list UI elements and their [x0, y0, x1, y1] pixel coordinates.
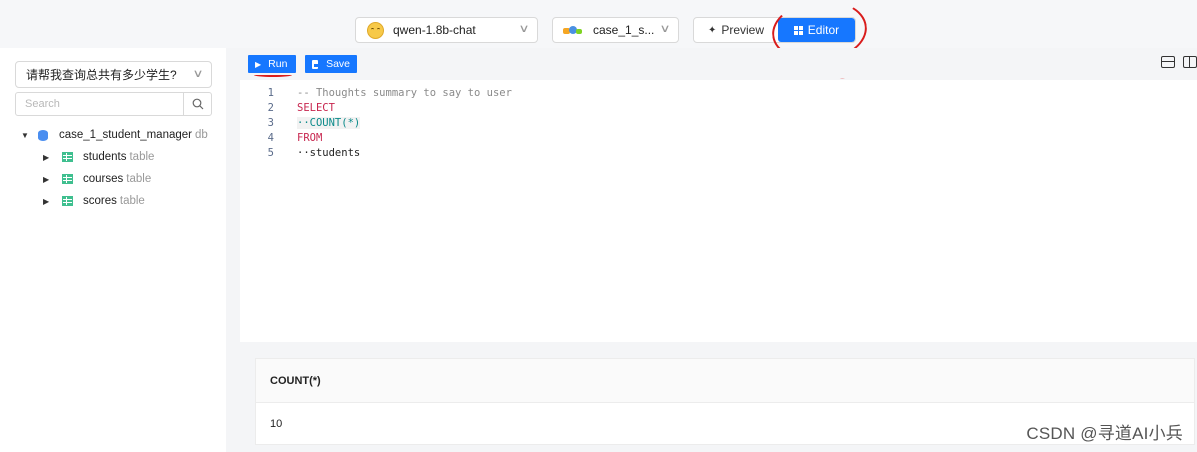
- tree-item-scores[interactable]: ▶ scores table: [0, 190, 226, 212]
- caret-right-icon[interactable]: ▶: [43, 197, 55, 206]
- save-icon: [312, 59, 320, 69]
- tree-item-label: courses: [83, 173, 124, 185]
- sparkle-icon: ✦: [707, 24, 717, 36]
- search-box: [15, 92, 212, 116]
- code-text: ··COUNT(*): [297, 116, 361, 129]
- question-select-value: 请帮我查询总共有多少学生?: [26, 68, 177, 82]
- caret-down-icon[interactable]: ▼: [21, 131, 33, 140]
- model-select[interactable]: qwen-1.8b-chat ∨: [355, 17, 538, 43]
- database-icon: [38, 129, 48, 141]
- code-line: 5 ··students: [240, 145, 361, 160]
- hugging-face-icon: [367, 21, 384, 39]
- tree-item-type: table: [129, 151, 155, 163]
- database-select-value: case_1_s...: [593, 23, 655, 37]
- line-number: 5: [267, 146, 274, 159]
- table-icon: [62, 196, 73, 206]
- sidebar: 请帮我查询总共有多少学生? ∨ ▼ case_1_student_manager…: [0, 48, 226, 452]
- code-line: 2 SELECT: [240, 100, 335, 115]
- chevron-down-icon: ∨: [192, 68, 204, 80]
- code-line: 3 ··COUNT(*): [240, 115, 361, 130]
- database-select[interactable]: case_1_s... ∨: [552, 17, 679, 43]
- run-button[interactable]: ▶ Run: [248, 55, 296, 73]
- table-icon: [62, 152, 73, 162]
- play-icon: ▶: [255, 59, 262, 69]
- line-number: 3: [267, 116, 274, 129]
- search-icon: [192, 98, 203, 110]
- code-line: 4 FROM: [240, 130, 323, 145]
- tree-item-label: case_1_student_manager: [59, 129, 192, 141]
- caret-right-icon[interactable]: ▶: [43, 153, 55, 162]
- tree-item-courses[interactable]: ▶ courses table: [0, 168, 226, 190]
- sql-editor[interactable]: 1 -- Thoughts summary to say to user 2 S…: [240, 80, 1197, 342]
- tree-item-type: table: [126, 173, 152, 185]
- line-number: 4: [267, 131, 274, 144]
- code-text: SELECT: [297, 101, 335, 114]
- run-button-label: Run: [268, 58, 288, 70]
- layout-switch: [1161, 56, 1197, 68]
- table-header-cell: COUNT(*): [256, 359, 1194, 403]
- line-number: 1: [267, 86, 274, 99]
- caret-right-icon[interactable]: ▶: [43, 175, 55, 184]
- model-select-value: qwen-1.8b-chat: [393, 23, 476, 37]
- annotation-underline: [254, 73, 292, 77]
- schema-tree: ▼ case_1_student_manager db ▶ students t…: [0, 124, 226, 212]
- code-line: 1 -- Thoughts summary to say to user: [240, 85, 512, 100]
- chevron-down-icon: ∨: [659, 23, 671, 35]
- split-vertical-icon[interactable]: [1183, 56, 1197, 68]
- tree-item-type: db: [195, 129, 208, 141]
- split-horizontal-icon[interactable]: [1161, 56, 1175, 68]
- watermark: CSDN @寻道AI小兵: [1026, 424, 1183, 443]
- table-icon: [62, 174, 73, 184]
- save-button-label: Save: [326, 58, 350, 70]
- tab-preview[interactable]: ✦ Preview: [694, 18, 778, 42]
- line-number: 2: [267, 101, 274, 114]
- tree-item-label: students: [83, 151, 127, 163]
- question-select[interactable]: 请帮我查询总共有多少学生? ∨: [15, 61, 212, 88]
- editor-toolbar: ▶ Run Save: [240, 48, 1197, 78]
- tree-item-label: scores: [83, 195, 117, 207]
- code-text: ··students: [297, 146, 361, 159]
- search-input[interactable]: [16, 93, 183, 115]
- tab-preview-label: Preview: [721, 23, 765, 37]
- code-text: FROM: [297, 131, 323, 144]
- code-text: -- Thoughts summary to say to user: [297, 86, 512, 99]
- tree-item-db[interactable]: ▼ case_1_student_manager db: [0, 124, 226, 146]
- top-bar: qwen-1.8b-chat ∨ case_1_s... ∨ ✦ Preview…: [0, 0, 1197, 48]
- tree-item-type: table: [119, 195, 145, 207]
- save-button[interactable]: Save: [305, 55, 357, 73]
- database-logo-icon: [563, 24, 583, 36]
- search-button[interactable]: [183, 93, 211, 115]
- chevron-down-icon: ∨: [518, 23, 530, 35]
- tree-item-students[interactable]: ▶ students table: [0, 146, 226, 168]
